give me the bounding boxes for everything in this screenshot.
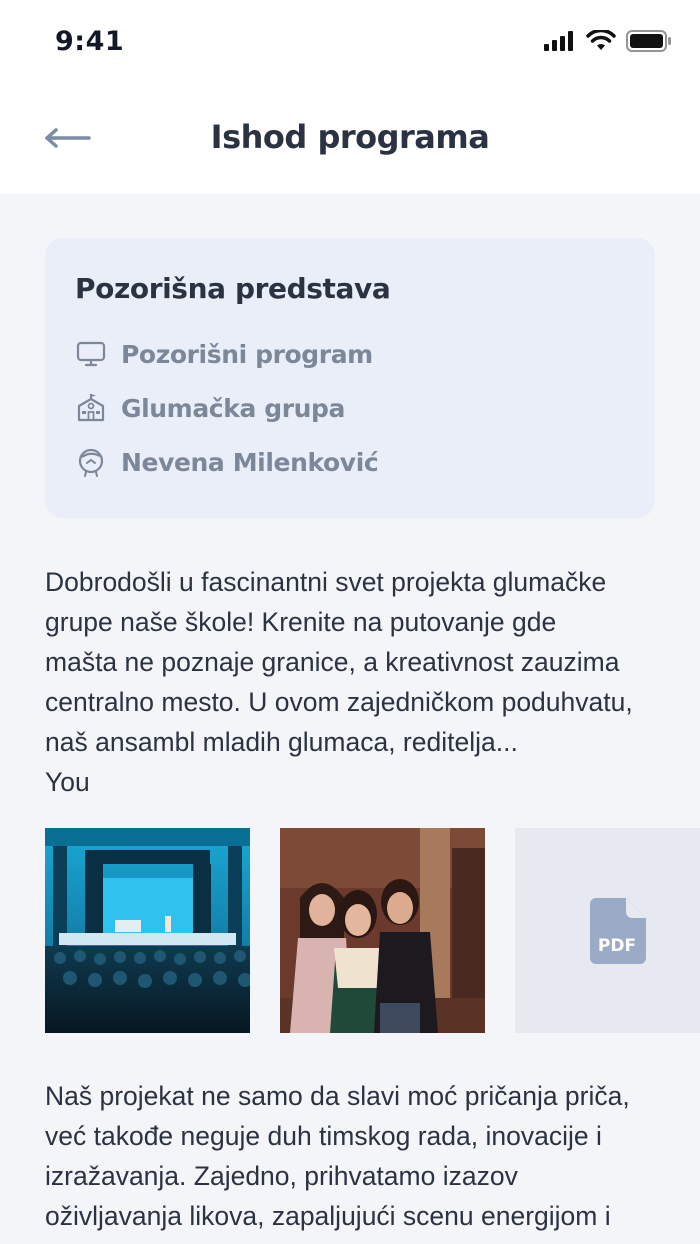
- pdf-file-icon: PDF: [589, 897, 646, 964]
- wifi-icon: [586, 30, 616, 50]
- description-text-2: Naš projekat ne samo da slavi moć pričan…: [45, 1076, 665, 1236]
- description-more: You: [45, 767, 90, 797]
- pdf-attachment[interactable]: PDF: [515, 828, 700, 1033]
- description-text: Dobrodošli u fascinantni svet projekta g…: [45, 562, 665, 802]
- description-line: grupe naše škole! Krenite na putovanje g…: [45, 607, 557, 637]
- meta-group[interactable]: Glumačka grupa: [75, 381, 625, 435]
- teacher-face-icon: [75, 446, 107, 478]
- description-line: centralno mesto. U ovom zajedničkom podu…: [45, 687, 633, 717]
- description-line: već takođe neguje duh timskog rada, inov…: [45, 1121, 602, 1151]
- cellular-signal-icon: [544, 31, 573, 51]
- description-line: Dobrodošli u fascinantni svet projekta g…: [45, 567, 607, 597]
- attachments-row: PDF: [45, 828, 700, 1033]
- status-icons: [544, 30, 672, 52]
- meta-teacher[interactable]: Nevena Milenković: [75, 435, 625, 489]
- description-line: naš ansambl mladih glumaca, reditelja...: [45, 727, 518, 757]
- meta-program[interactable]: Pozorišni program: [75, 327, 625, 381]
- meta-teacher-label: Nevena Milenković: [121, 447, 379, 477]
- battery-icon: [626, 30, 671, 52]
- meta-group-label: Glumačka grupa: [121, 393, 346, 423]
- program-info-card: Pozorišna predstava Pozorišni program Gl…: [45, 238, 655, 518]
- page-title: Ishod programa: [210, 118, 490, 156]
- theater-stage-photo[interactable]: [45, 828, 250, 1033]
- description-line: Naš projekat ne samo da slavi moć pričan…: [45, 1081, 630, 1111]
- status-time: 9:41: [55, 26, 125, 57]
- meta-program-label: Pozorišni program: [121, 339, 373, 369]
- status-bar: 9:41: [0, 0, 700, 90]
- description-line: izražavanja. Zajedno, prihvatamo izazov: [45, 1161, 518, 1191]
- pdf-label: PDF: [597, 936, 635, 956]
- description-line: mašta ne poznaje granice, a kreativnost …: [45, 647, 620, 677]
- app-bar: Ishod programa: [0, 90, 700, 194]
- actors-group-photo[interactable]: [280, 828, 485, 1033]
- monitor-icon: [75, 338, 107, 370]
- description-line: oživljavanja likova, zapaljujući scenu e…: [45, 1201, 611, 1231]
- school-building-icon: [75, 392, 107, 424]
- card-title: Pozorišna predstava: [75, 272, 391, 305]
